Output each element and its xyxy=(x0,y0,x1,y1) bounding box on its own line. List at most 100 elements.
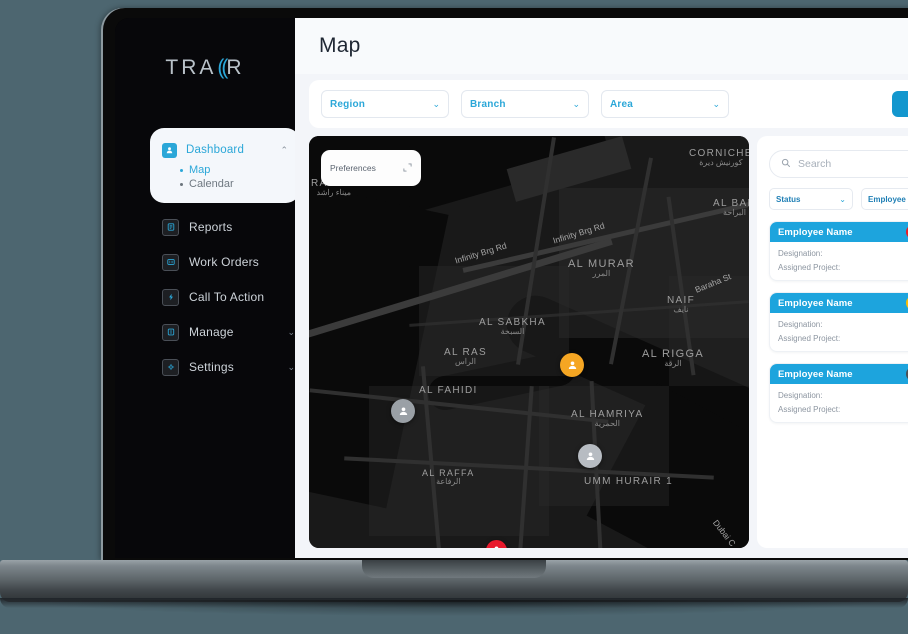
employee-designation: Designation: xyxy=(778,320,823,329)
map-area-label: AL MURAR المرر xyxy=(568,258,635,278)
sidebar-item-work-orders[interactable]: Work Orders xyxy=(115,251,295,273)
employee-assigned-project: Assigned Project: xyxy=(778,405,841,414)
employee-card[interactable]: Employee NameIdle Designation: Assigned Pr… xyxy=(769,363,908,423)
map-area-label: AL FAHIDI xyxy=(419,385,478,396)
search-input[interactable]: Search xyxy=(769,150,908,178)
search-icon xyxy=(781,155,791,173)
sidebar-item-dashboard[interactable]: Dashboard ⌃ Map Calendar xyxy=(150,128,300,203)
sidebar-item-label-settings: Settings xyxy=(189,360,234,374)
call-to-action-icon xyxy=(162,288,179,306)
map-area-label-arabic: نايف xyxy=(673,305,689,314)
map-area-label-arabic: الحمرية xyxy=(594,419,620,428)
chevron-down-icon: ⌄ xyxy=(432,98,440,109)
sidebar: TRA((R Dashboard ⌃ Map Calendar Reports… xyxy=(115,18,300,558)
employee-designation: Designation: xyxy=(778,391,823,400)
sidebar-nav: Dashboard ⌃ Map Calendar Reports Work Or… xyxy=(115,128,300,378)
screen: TRA((R Dashboard ⌃ Map Calendar Reports… xyxy=(115,18,908,558)
map-area-label-arabic: الرفاعة xyxy=(436,477,461,486)
map-area-label-arabic: كورنيش ديرة xyxy=(699,158,743,167)
sidebar-item-call-to-action[interactable]: Call To Action xyxy=(115,286,295,308)
laptop-shadow xyxy=(30,600,880,616)
expand-icon[interactable] xyxy=(403,162,412,174)
settings-icon xyxy=(162,358,179,376)
branch-select-label: Branch xyxy=(470,98,506,110)
bullet-icon xyxy=(180,182,183,186)
sidebar-item-reports[interactable]: Reports xyxy=(115,216,295,238)
brand-text-left: TRA xyxy=(165,56,217,79)
sidebar-item-settings[interactable]: Settings ⌄ xyxy=(115,356,295,378)
map-canvas[interactable]: CORNICHEكورنيش ديرة AL BARالبراحة AL MURAR… xyxy=(309,136,749,548)
employee-card-header: Employee NameOn The Wa xyxy=(770,293,908,313)
sidebar-dashboard-row[interactable]: Dashboard ⌃ xyxy=(150,137,300,163)
employee-filter-label: Employee xyxy=(868,194,906,204)
map-area-label: AL HAMRIYA الحمرية xyxy=(571,409,644,428)
apply-button[interactable]: Apply xyxy=(892,91,908,117)
area-select-label: Area xyxy=(610,98,634,110)
employee-card-body: Designation: Assigned Project: xyxy=(770,313,908,351)
marker-onsite[interactable] xyxy=(486,540,507,548)
employee-name: Employee Name xyxy=(778,368,853,380)
region-select[interactable]: Region ⌄ xyxy=(321,90,449,118)
employee-filter[interactable]: Employee ⌄ xyxy=(861,188,908,210)
map-area-label-arabic: المرر xyxy=(592,269,611,278)
map-area-label: AL SABKHA السبخة xyxy=(479,317,546,336)
employee-list: Employee NameOnsite Designation: Assigned … xyxy=(757,221,908,423)
map-area-label: AL RIGGA الرقة xyxy=(642,348,704,368)
sidebar-item-label-reports: Reports xyxy=(189,220,233,234)
topbar: Map Erza Mi xyxy=(295,18,908,74)
sidebar-subitem-map[interactable]: Map xyxy=(150,163,300,177)
employee-card[interactable]: Employee NameOnsite Designation: Assigned … xyxy=(769,221,908,281)
marker-idle-2[interactable] xyxy=(578,444,602,468)
map-area-label: CORNICHE كورنيش ديرة xyxy=(689,148,749,167)
map-area-label-arabic: السبخة xyxy=(500,327,525,336)
map-area-label: AL BARالبراحة xyxy=(713,198,749,217)
laptop-mockup: TRA((R Dashboard ⌃ Map Calendar Reports… xyxy=(103,8,908,560)
chevron-up-icon[interactable]: ⌃ xyxy=(280,145,288,155)
marker-idle-1[interactable] xyxy=(391,399,415,423)
employee-assigned-project: Assigned Project: xyxy=(778,334,841,343)
employee-card-header: Employee NameIdle xyxy=(770,364,908,384)
page-title: Map xyxy=(319,34,361,57)
sidebar-subitem-calendar[interactable]: Calendar xyxy=(150,177,300,191)
employee-card[interactable]: Employee NameOn The Wa Designation: Assign… xyxy=(769,292,908,352)
employee-name: Employee Name xyxy=(778,226,853,238)
marker-on-the-way[interactable] xyxy=(560,353,584,377)
map-preferences-button[interactable]: Preferences xyxy=(321,150,421,186)
employee-card-body: Designation: Assigned Project: xyxy=(770,242,908,280)
work-orders-icon xyxy=(162,253,179,271)
map-area-label: AL RAS الراس xyxy=(444,347,488,366)
branch-select[interactable]: Branch ⌄ xyxy=(461,90,589,118)
sidebar-subitem-label-calendar: Calendar xyxy=(189,178,234,190)
sidebar-item-label-dashboard: Dashboard xyxy=(186,144,245,156)
chevron-down-icon[interactable]: ⌄ xyxy=(287,327,295,337)
panel-filters: Status ⌄ Employee ⌄ xyxy=(769,188,908,210)
employee-name: Employee Name xyxy=(778,297,853,309)
region-select-label: Region xyxy=(330,98,366,110)
map-preferences-label: Preferences xyxy=(330,163,376,173)
status-filter-label: Status xyxy=(776,194,801,204)
map-area-label: AL RAFFA الرفاعة xyxy=(422,468,475,486)
area-select[interactable]: Area ⌄ xyxy=(601,90,729,118)
map-area-label: NAIF نايف xyxy=(667,295,695,314)
status-filter[interactable]: Status ⌄ xyxy=(769,188,853,210)
employee-designation: Designation: xyxy=(778,249,823,258)
employee-card-header: Employee NameOnsite xyxy=(770,222,908,242)
employee-panel: Search Status ⌄ Employee ⌄ Employee Name… xyxy=(757,136,908,548)
chevron-down-icon[interactable]: ⌄ xyxy=(287,362,295,372)
sidebar-item-label-manage: Manage xyxy=(189,325,234,339)
map-container[interactable]: CORNICHEكورنيش ديرة AL BARالبراحة AL MURAR… xyxy=(309,136,749,548)
employee-assigned-project: Assigned Project: xyxy=(778,263,841,272)
chevron-down-icon: ⌄ xyxy=(712,98,720,109)
map-area-label-arabic: ميناء راشد xyxy=(316,188,352,197)
sidebar-subitem-label-map: Map xyxy=(189,164,211,176)
dashboard-icon xyxy=(162,142,177,158)
brand-mark-icon: (( xyxy=(217,56,228,79)
search-placeholder: Search xyxy=(798,158,832,170)
sidebar-item-manage[interactable]: Manage ⌄ xyxy=(115,321,295,343)
sidebar-item-label-call-to-action: Call To Action xyxy=(189,290,265,304)
sidebar-item-label-work-orders: Work Orders xyxy=(189,255,259,269)
employee-card-body: Designation: Assigned Project: xyxy=(770,384,908,422)
brand-logo[interactable]: TRA((R xyxy=(115,56,295,80)
bullet-icon xyxy=(180,168,183,172)
map-area-label-arabic: الرقة xyxy=(664,359,682,368)
